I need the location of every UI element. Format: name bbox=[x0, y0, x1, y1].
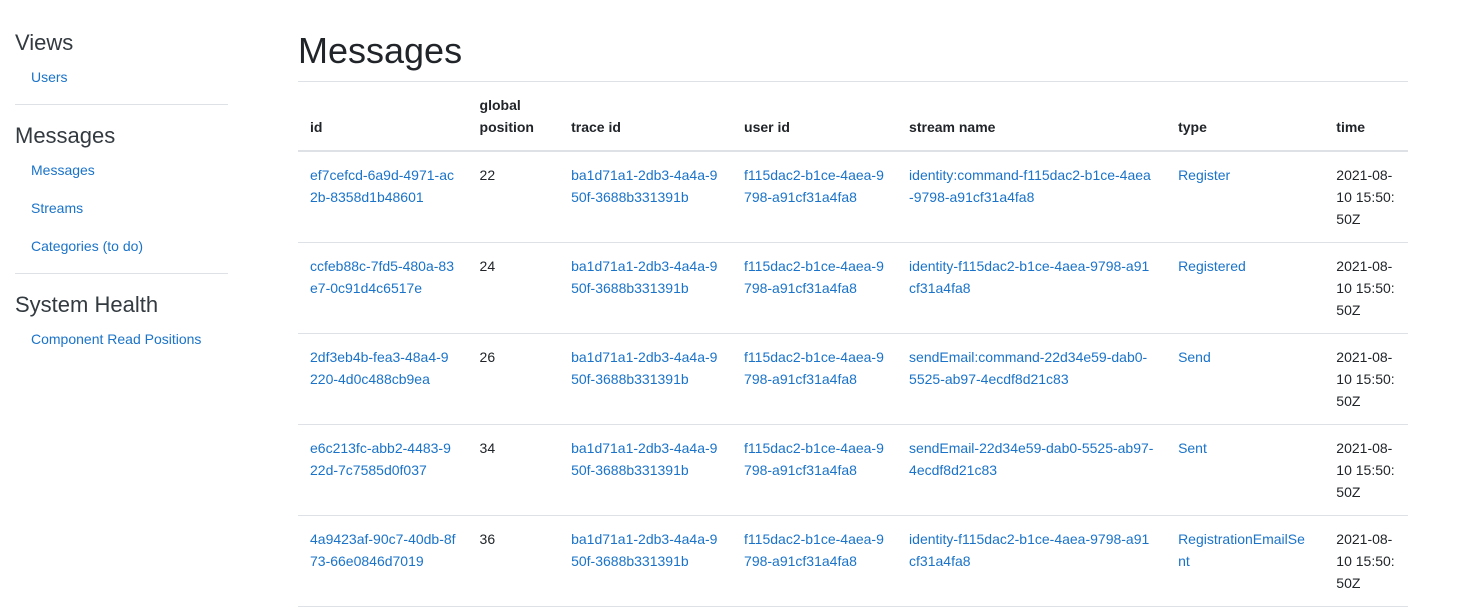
table-header-row: id global position trace id user id stre… bbox=[298, 82, 1408, 152]
cell-time: 2021-08-10 15:50:50Z bbox=[1324, 515, 1408, 607]
sidebar-link-streams[interactable]: Streams bbox=[15, 189, 228, 227]
cell-stream-name: identity:command-f115dac2-b1ce-4aea-9798… bbox=[897, 151, 1167, 243]
cell-type: Send bbox=[1166, 333, 1325, 425]
sidebar-list-views: Users bbox=[15, 58, 228, 96]
column-header-time: time bbox=[1324, 82, 1408, 152]
trace-id-link[interactable]: ba1d71a1-2db3-4a4a-950f-3688b331391b bbox=[571, 531, 717, 569]
sidebar-item-messages: Messages bbox=[15, 151, 228, 189]
table-row: 2df3eb4b-fea3-48a4-9220-4d0c488cb9ea 26 … bbox=[298, 333, 1408, 425]
cell-type: RegistrationEmailSent bbox=[1166, 515, 1325, 607]
sidebar-item-streams: Streams bbox=[15, 189, 228, 227]
user-id-link[interactable]: f115dac2-b1ce-4aea-9798-a91cf31a4fa8 bbox=[744, 440, 884, 478]
trace-id-link[interactable]: ba1d71a1-2db3-4a4a-950f-3688b331391b bbox=[571, 349, 717, 387]
cell-global-position: 22 bbox=[467, 151, 560, 243]
cell-stream-name: identity-f115dac2-b1ce-4aea-9798-a91cf31… bbox=[897, 515, 1167, 607]
message-id-link[interactable]: e6c213fc-abb2-4483-922d-7c7585d0f037 bbox=[310, 440, 451, 478]
table-row: ef7cefcd-6a9d-4971-ac2b-8358d1b48601 22 … bbox=[298, 151, 1408, 243]
cell-user-id: f115dac2-b1ce-4aea-9798-a91cf31a4fa8 bbox=[732, 424, 898, 516]
sidebar-divider bbox=[15, 273, 228, 274]
cell-user-id: f115dac2-b1ce-4aea-9798-a91cf31a4fa8 bbox=[732, 333, 898, 425]
type-link[interactable]: RegistrationEmailSent bbox=[1178, 531, 1305, 569]
sidebar-item-users: Users bbox=[15, 58, 228, 96]
cell-global-position: 26 bbox=[467, 333, 560, 425]
sidebar-list-messages: Messages Streams Categories (to do) bbox=[15, 151, 228, 265]
stream-name-link[interactable]: identity-f115dac2-b1ce-4aea-9798-a91cf31… bbox=[909, 531, 1149, 569]
cell-type: Register bbox=[1166, 151, 1325, 243]
cell-user-id: f115dac2-b1ce-4aea-9798-a91cf31a4fa8 bbox=[732, 151, 898, 243]
cell-global-position: 36 bbox=[467, 515, 560, 607]
cell-type: Registered bbox=[1166, 242, 1325, 334]
cell-trace-id: ba1d71a1-2db3-4a4a-950f-3688b331391b bbox=[559, 424, 733, 516]
user-id-link[interactable]: f115dac2-b1ce-4aea-9798-a91cf31a4fa8 bbox=[744, 167, 884, 205]
stream-name-link[interactable]: sendEmail:command-22d34e59-dab0-5525-ab9… bbox=[909, 349, 1147, 387]
message-id-link[interactable]: 4a9423af-90c7-40db-8f73-66e0846d7019 bbox=[310, 531, 456, 569]
type-link[interactable]: Register bbox=[1178, 167, 1230, 183]
column-header-type: type bbox=[1166, 82, 1325, 152]
cell-stream-name: sendEmail:command-22d34e59-dab0-5525-ab9… bbox=[897, 333, 1167, 425]
cell-time: 2021-08-10 15:50:50Z bbox=[1324, 151, 1408, 243]
type-link[interactable]: Send bbox=[1178, 349, 1211, 365]
cell-global-position: 24 bbox=[467, 242, 560, 334]
trace-id-link[interactable]: ba1d71a1-2db3-4a4a-950f-3688b331391b bbox=[571, 167, 717, 205]
sidebar-link-messages[interactable]: Messages bbox=[15, 151, 228, 189]
cell-trace-id: ba1d71a1-2db3-4a4a-950f-3688b331391b bbox=[559, 242, 733, 334]
cell-stream-name: identity-f115dac2-b1ce-4aea-9798-a91cf31… bbox=[897, 242, 1167, 334]
cell-id: ef7cefcd-6a9d-4971-ac2b-8358d1b48601 bbox=[298, 151, 468, 243]
cell-time: 2021-08-10 15:50:50Z bbox=[1324, 424, 1408, 516]
column-header-id: id bbox=[298, 82, 468, 152]
cell-id: e6c213fc-abb2-4483-922d-7c7585d0f037 bbox=[298, 424, 468, 516]
sidebar-list-system-health: Component Read Positions bbox=[15, 320, 228, 358]
sidebar-section-title-system-health: System Health bbox=[15, 292, 159, 317]
user-id-link[interactable]: f115dac2-b1ce-4aea-9798-a91cf31a4fa8 bbox=[744, 349, 884, 387]
user-id-link[interactable]: f115dac2-b1ce-4aea-9798-a91cf31a4fa8 bbox=[744, 531, 884, 569]
cell-time: 2021-08-10 15:50:50Z bbox=[1324, 333, 1408, 425]
message-id-link[interactable]: 2df3eb4b-fea3-48a4-9220-4d0c488cb9ea bbox=[310, 349, 449, 387]
sidebar-link-users[interactable]: Users bbox=[15, 58, 228, 96]
table-row: ccfeb88c-7fd5-480a-83e7-0c91d4c6517e 24 … bbox=[298, 242, 1408, 334]
user-id-link[interactable]: f115dac2-b1ce-4aea-9798-a91cf31a4fa8 bbox=[744, 258, 884, 296]
type-link[interactable]: Registered bbox=[1178, 258, 1246, 274]
cell-trace-id: ba1d71a1-2db3-4a4a-950f-3688b331391b bbox=[559, 515, 733, 607]
column-header-user-id: user id bbox=[732, 82, 898, 152]
sidebar-divider bbox=[15, 104, 228, 105]
stream-name-link[interactable]: identity-f115dac2-b1ce-4aea-9798-a91cf31… bbox=[909, 258, 1149, 296]
trace-id-link[interactable]: ba1d71a1-2db3-4a4a-950f-3688b331391b bbox=[571, 440, 717, 478]
sidebar: Views Users Messages Messages Streams Ca… bbox=[15, 28, 228, 358]
cell-trace-id: ba1d71a1-2db3-4a4a-950f-3688b331391b bbox=[559, 151, 733, 243]
cell-time: 2021-08-10 15:50:50Z bbox=[1324, 242, 1408, 334]
column-header-stream-name: stream name bbox=[897, 82, 1167, 152]
sidebar-link-component-read-positions[interactable]: Component Read Positions bbox=[15, 320, 228, 358]
table-row: 4a9423af-90c7-40db-8f73-66e0846d7019 36 … bbox=[298, 515, 1408, 607]
cell-stream-name: sendEmail-22d34e59-dab0-5525-ab97-4ecdf8… bbox=[897, 424, 1167, 516]
stream-name-link[interactable]: sendEmail-22d34e59-dab0-5525-ab97-4ecdf8… bbox=[909, 440, 1153, 478]
sidebar-section-title-messages: Messages bbox=[15, 123, 116, 148]
stream-name-link[interactable]: identity:command-f115dac2-b1ce-4aea-9798… bbox=[909, 167, 1151, 205]
column-header-global-position: global position bbox=[467, 82, 560, 152]
table-row: e6c213fc-abb2-4483-922d-7c7585d0f037 34 … bbox=[298, 424, 1408, 516]
sidebar-item-categories: Categories (to do) bbox=[15, 227, 228, 265]
sidebar-item-component-read-positions: Component Read Positions bbox=[15, 320, 228, 358]
message-id-link[interactable]: ef7cefcd-6a9d-4971-ac2b-8358d1b48601 bbox=[310, 167, 454, 205]
cell-type: Sent bbox=[1166, 424, 1325, 516]
sidebar-section-title-views: Views bbox=[15, 30, 74, 55]
cell-user-id: f115dac2-b1ce-4aea-9798-a91cf31a4fa8 bbox=[732, 242, 898, 334]
cell-id: 2df3eb4b-fea3-48a4-9220-4d0c488cb9ea bbox=[298, 333, 468, 425]
cell-id: 4a9423af-90c7-40db-8f73-66e0846d7019 bbox=[298, 515, 468, 607]
sidebar-link-categories[interactable]: Categories (to do) bbox=[15, 227, 228, 265]
column-header-trace-id: trace id bbox=[559, 82, 733, 152]
page-title: Messages bbox=[298, 30, 463, 71]
cell-user-id: f115dac2-b1ce-4aea-9798-a91cf31a4fa8 bbox=[732, 515, 898, 607]
table-header: id global position trace id user id stre… bbox=[298, 82, 1408, 152]
trace-id-link[interactable]: ba1d71a1-2db3-4a4a-950f-3688b331391b bbox=[571, 258, 717, 296]
cell-id: ccfeb88c-7fd5-480a-83e7-0c91d4c6517e bbox=[298, 242, 468, 334]
cell-trace-id: ba1d71a1-2db3-4a4a-950f-3688b331391b bbox=[559, 333, 733, 425]
type-link[interactable]: Sent bbox=[1178, 440, 1207, 456]
message-id-link[interactable]: ccfeb88c-7fd5-480a-83e7-0c91d4c6517e bbox=[310, 258, 454, 296]
table-body: ef7cefcd-6a9d-4971-ac2b-8358d1b48601 22 … bbox=[298, 151, 1408, 607]
messages-table: id global position trace id user id stre… bbox=[298, 82, 1408, 607]
cell-global-position: 34 bbox=[467, 424, 560, 516]
main-content: Messages id global position trace id use… bbox=[298, 28, 1408, 607]
